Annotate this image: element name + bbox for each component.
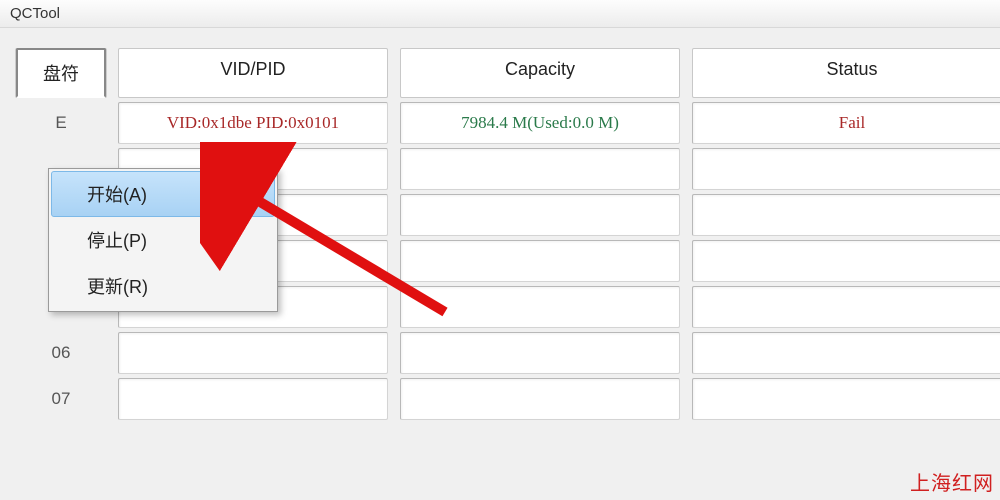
header-vidpid: VID/PID (118, 48, 388, 98)
cell-capacity[interactable] (400, 240, 680, 282)
cell-capacity[interactable] (400, 286, 680, 328)
cell-capacity[interactable] (400, 378, 680, 420)
cell-status[interactable] (692, 194, 1000, 236)
watermark: 上海红网 (910, 467, 994, 496)
cell-status[interactable] (692, 378, 1000, 420)
cell-status[interactable]: Fail (692, 102, 1000, 144)
title-bar: QCTool (0, 0, 1000, 28)
cell-status[interactable] (692, 240, 1000, 282)
row-label: E (16, 102, 106, 144)
cell-status[interactable] (692, 286, 1000, 328)
row-label: 07 (16, 378, 106, 420)
cell-capacity[interactable]: 7984.4 M(Used:0.0 M) (400, 102, 680, 144)
cell-capacity[interactable] (400, 148, 680, 190)
cell-status[interactable] (692, 148, 1000, 190)
header-drive[interactable]: 盘符 (16, 48, 106, 98)
cell-vidpid[interactable] (118, 378, 388, 420)
menu-item-refresh[interactable]: 更新(R) (51, 263, 275, 309)
menu-item-stop[interactable]: 停止(P) (51, 217, 275, 263)
row-label: 06 (16, 332, 106, 374)
header-capacity: Capacity (400, 48, 680, 98)
context-menu[interactable]: 开始(A) 停止(P) 更新(R) (48, 168, 278, 312)
cell-capacity[interactable] (400, 332, 680, 374)
cell-vidpid[interactable] (118, 332, 388, 374)
cell-capacity[interactable] (400, 194, 680, 236)
cell-status[interactable] (692, 332, 1000, 374)
header-status: Status (692, 48, 1000, 98)
window-title: QCTool (10, 5, 60, 22)
menu-item-start[interactable]: 开始(A) (51, 171, 275, 217)
cell-vidpid[interactable]: VID:0x1dbe PID:0x0101 (118, 102, 388, 144)
